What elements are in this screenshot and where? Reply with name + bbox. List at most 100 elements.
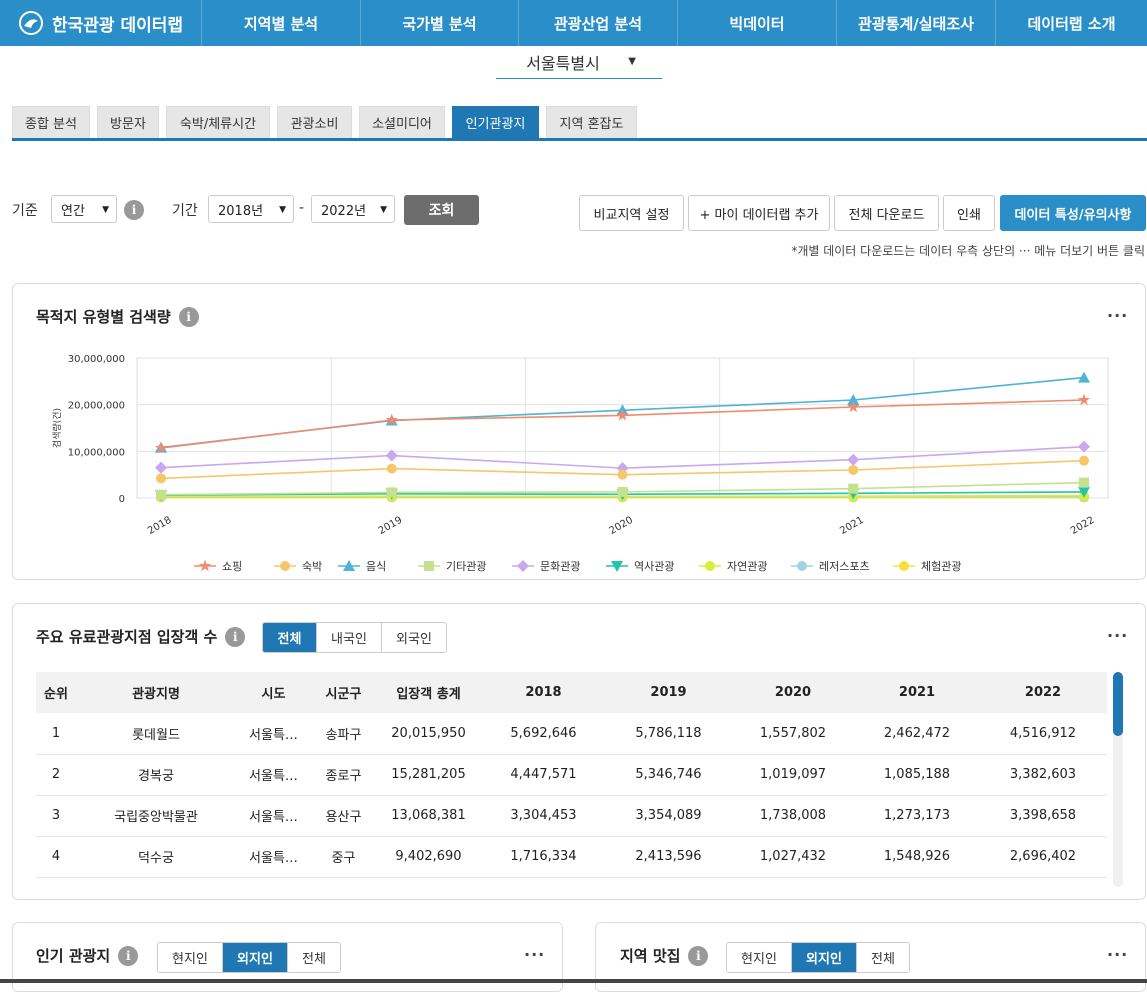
popular-outsiders[interactable]: 외지인 <box>223 943 288 972</box>
food-locals[interactable]: 현지인 <box>727 943 792 972</box>
visitor-type-toggle: 전체 내국인 외국인 <box>262 622 447 653</box>
tab-lodging[interactable]: 숙박/체류시간 <box>166 106 270 138</box>
period-label: 기간 <box>172 200 198 220</box>
search-button[interactable]: 조회 <box>404 195 479 225</box>
col-2018[interactable]: 2018 <box>481 672 606 713</box>
legend-label[interactable]: 쇼핑 <box>222 560 242 573</box>
brand-name: 한국관광 데이터랩 <box>52 11 183 36</box>
legend-marker <box>705 561 715 571</box>
tab-popular-spots[interactable]: 인기관광지 <box>452 106 539 138</box>
cell-rank: 3 <box>36 795 76 836</box>
data-point <box>156 490 166 500</box>
food-outsiders[interactable]: 외지인 <box>792 943 857 972</box>
info-icon[interactable]: i <box>688 946 708 966</box>
nav-item-country-analysis[interactable]: 국가별 분석 <box>361 0 519 46</box>
col-spot-name: 관광지명 <box>76 672 236 713</box>
compare-region-button[interactable]: 비교지역 설정 <box>579 195 684 231</box>
legend-label[interactable]: 기타관광 <box>446 560 486 573</box>
tab-visitors[interactable]: 방문자 <box>97 106 159 138</box>
data-notes-button[interactable]: 데이터 특성/유의사항 <box>1000 195 1146 231</box>
brand-logo[interactable]: 한국관광 데이터랩 <box>0 0 202 46</box>
nav-item-statistics[interactable]: 관광통계/실태조사 <box>837 0 996 46</box>
data-point <box>387 487 397 497</box>
more-menu-icon[interactable]: ··· <box>524 945 545 964</box>
nav-item-bigdata[interactable]: 빅데이터 <box>678 0 837 46</box>
nav-item-region-analysis[interactable]: 지역별 분석 <box>202 0 361 46</box>
tab-spending[interactable]: 관광소비 <box>277 106 352 138</box>
more-menu-icon[interactable]: ··· <box>1107 945 1128 964</box>
local-food-title: 지역 맛집 i <box>620 945 708 966</box>
period-from-select[interactable]: 2018년 ▼ <box>208 195 294 223</box>
col-district: 시군구 <box>311 672 376 713</box>
cell-province: 서울특… <box>236 836 311 877</box>
info-icon[interactable]: i <box>179 307 199 327</box>
basis-select[interactable]: 연간 ▼ <box>51 195 117 223</box>
data-point <box>618 470 628 480</box>
cell-2022: 2,696,402 <box>979 836 1107 877</box>
cell-2021: 1,273,173 <box>855 795 979 836</box>
col-2019[interactable]: 2019 <box>606 672 731 713</box>
col-2021[interactable]: 2021 <box>855 672 979 713</box>
info-icon[interactable]: i <box>124 200 144 220</box>
legend-label[interactable]: 음식 <box>366 560 386 573</box>
legend-label[interactable]: 자연관광 <box>727 560 767 573</box>
legend-marker <box>797 561 807 571</box>
nav-item-about[interactable]: 데이터랩 소개 <box>996 0 1147 46</box>
legend-label[interactable]: 문화관광 <box>540 560 580 573</box>
visitor-type-foreign[interactable]: 외국인 <box>382 623 446 652</box>
popular-locals[interactable]: 현지인 <box>158 943 223 972</box>
cell-2021: 1,085,188 <box>855 754 979 795</box>
cell-rank: 4 <box>36 836 76 877</box>
search-volume-title-text: 목적지 유형별 검색량 <box>36 306 171 327</box>
print-button[interactable]: 인쇄 <box>943 195 995 231</box>
table-row: 3국립중앙박물관서울특…용산구13,068,3813,304,4533,354,… <box>36 795 1107 836</box>
data-point <box>155 462 167 474</box>
info-icon[interactable]: i <box>225 627 245 647</box>
region-select-value: 서울특별시 <box>526 50 600 74</box>
x-tick-label: 2018 <box>146 515 174 537</box>
cell-2019: 3,354,089 <box>606 795 731 836</box>
add-mydata-button[interactable]: + 마이 데이터랩 추가 <box>688 195 830 231</box>
nav-item-industry-analysis[interactable]: 관광산업 분석 <box>519 0 678 46</box>
cell-2022: 3,398,658 <box>979 795 1107 836</box>
cell-2019: 5,786,118 <box>606 713 731 754</box>
legend-marker <box>899 561 909 571</box>
legend-label[interactable]: 역사관광 <box>634 560 674 573</box>
info-icon[interactable]: i <box>118 946 138 966</box>
table-row: 4덕수궁서울특…중구9,402,6901,716,3342,413,5961,0… <box>36 836 1107 877</box>
download-all-button[interactable]: 전체 다운로드 <box>834 195 939 231</box>
region-select[interactable]: 서울특별시 ▼ <box>496 46 662 79</box>
col-2022[interactable]: 2022 <box>979 672 1107 713</box>
download-note: *개별 데이터 다운로드는 데이터 우측 상단의 ··· 메뉴 더보기 버튼 클… <box>791 242 1145 259</box>
caret-down-icon: ▼ <box>102 205 109 215</box>
more-menu-icon[interactable]: ··· <box>1107 626 1128 645</box>
y-tick-label: 0 <box>119 494 125 505</box>
tab-social-media[interactable]: 소셜미디어 <box>359 106 445 138</box>
tab-congestion[interactable]: 지역 혼잡도 <box>546 106 637 138</box>
cell-district: 중구 <box>311 836 376 877</box>
col-2020[interactable]: 2020 <box>731 672 855 713</box>
visitor-type-domestic[interactable]: 내국인 <box>317 623 382 652</box>
cell-2022: 4,516,912 <box>979 713 1107 754</box>
visitor-type-all[interactable]: 전체 <box>263 623 317 652</box>
legend-label[interactable]: 레저스포츠 <box>819 560 870 573</box>
cell-province: 서울특… <box>236 713 311 754</box>
legend-label[interactable]: 체험관광 <box>921 560 961 573</box>
cell-total: 13,068,381 <box>376 795 481 836</box>
tab-overview[interactable]: 종합 분석 <box>12 106 90 138</box>
more-menu-icon[interactable]: ··· <box>1107 306 1128 325</box>
cell-2018: 3,304,453 <box>481 795 606 836</box>
period-to-select[interactable]: 2022년 ▼ <box>311 195 395 223</box>
basis-select-value: 연간 <box>61 200 85 219</box>
cell-2018: 5,692,646 <box>481 713 606 754</box>
x-tick-label: 2021 <box>838 515 866 537</box>
cell-total: 20,015,950 <box>376 713 481 754</box>
food-visitor-toggle: 현지인 외지인 전체 <box>726 942 910 973</box>
food-all[interactable]: 전체 <box>857 943 909 972</box>
popular-all[interactable]: 전체 <box>288 943 340 972</box>
cell-rank: 2 <box>36 754 76 795</box>
legend-label[interactable]: 숙박 <box>302 560 322 573</box>
table-scrollbar-thumb[interactable] <box>1113 672 1123 736</box>
cell-district: 송파구 <box>311 713 376 754</box>
popular-visitor-toggle: 현지인 외지인 전체 <box>157 942 341 973</box>
